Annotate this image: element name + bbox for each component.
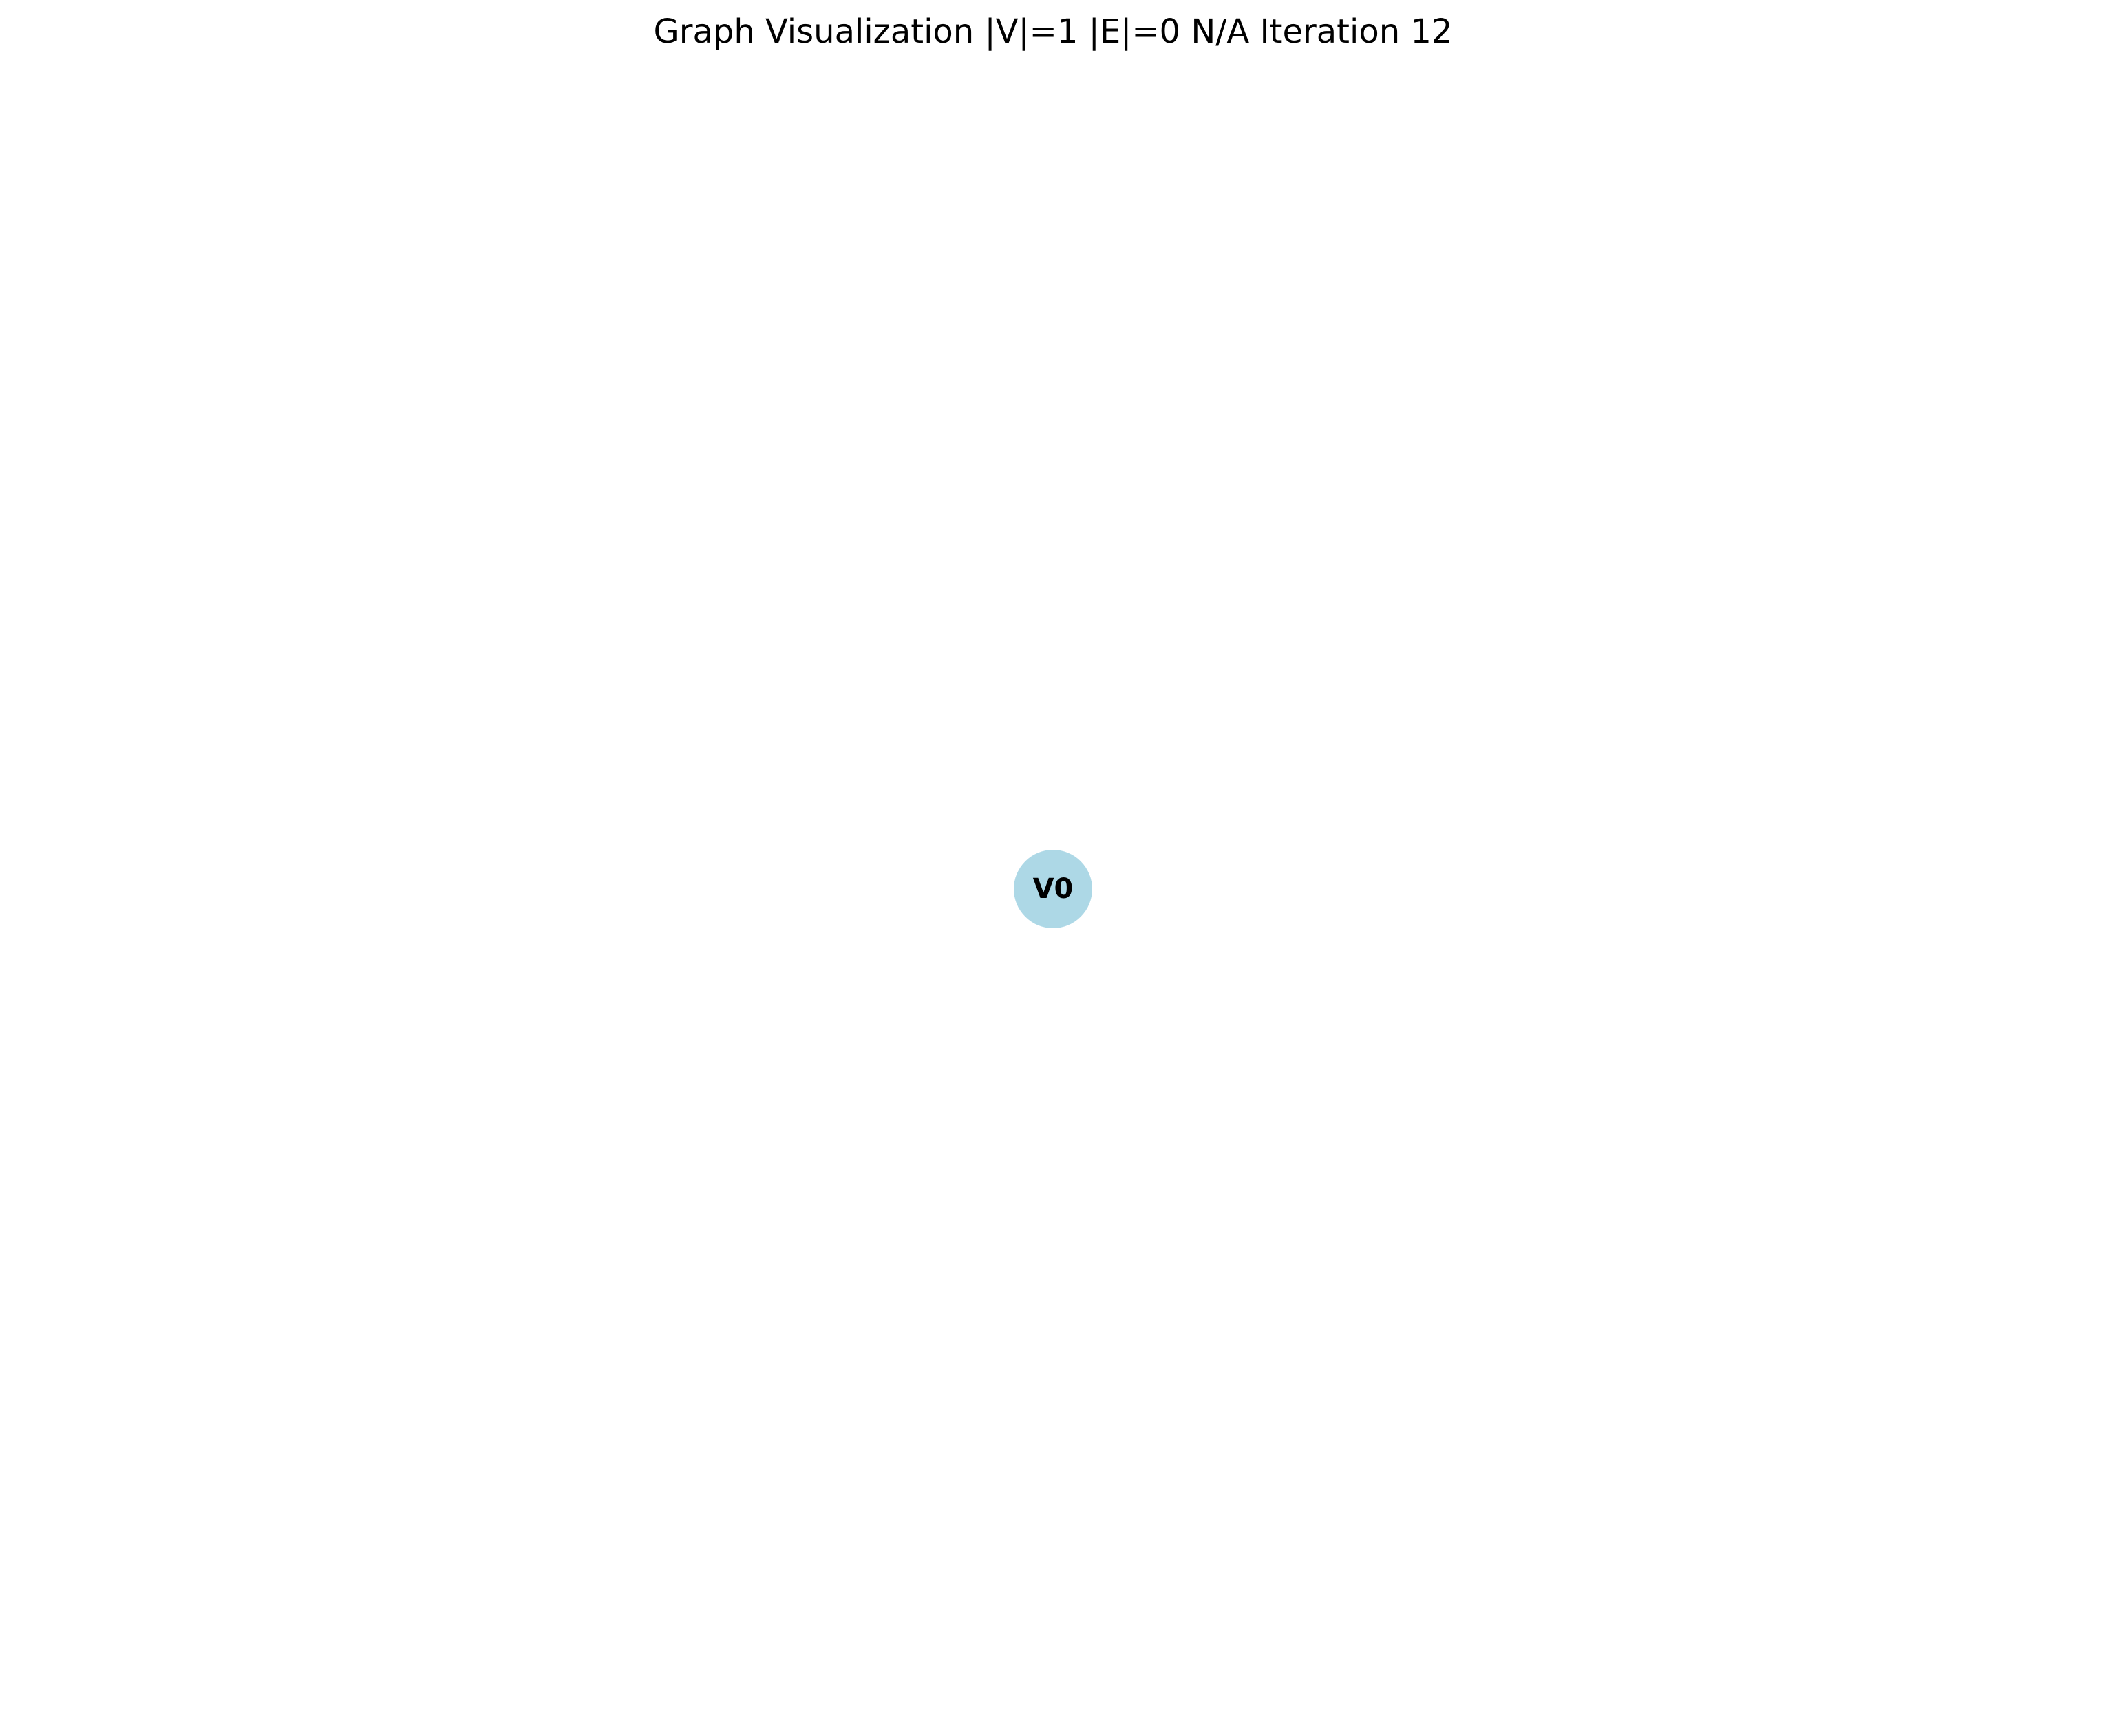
node-label-v0: V0	[1033, 873, 1074, 905]
graph-node-v0: V0	[1014, 850, 1092, 928]
figure: Graph Visualization |V|=1 |E|=0 N/A Iter…	[0, 0, 2106, 1736]
graph-canvas: V0	[1014, 850, 1092, 928]
nodes-layer: V0	[1014, 850, 1092, 928]
